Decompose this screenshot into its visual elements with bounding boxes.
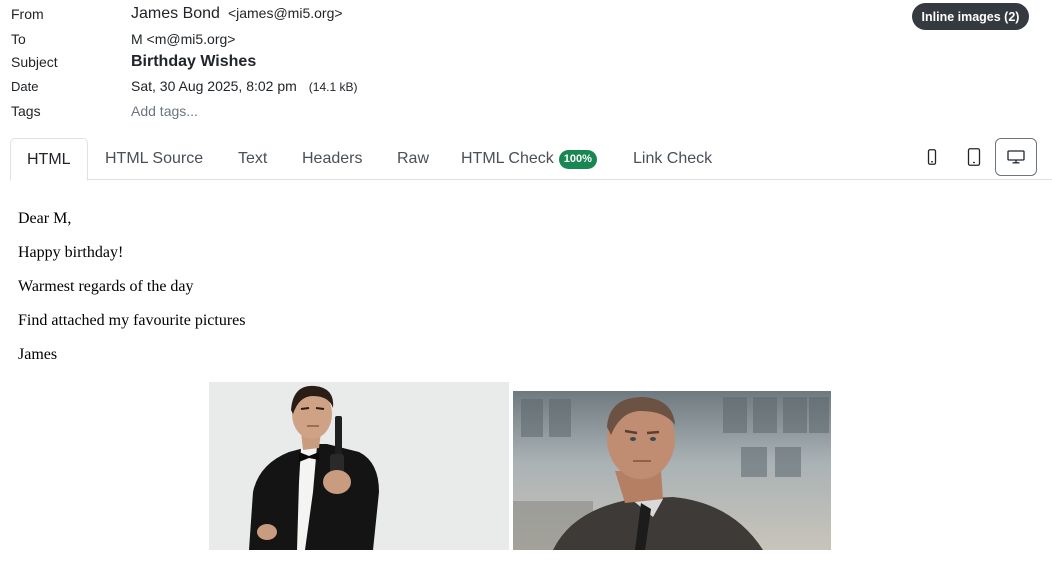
- date-label: Date: [11, 78, 39, 94]
- from-name: James Bond: [131, 5, 220, 22]
- photo-man-in-suit: [513, 391, 831, 550]
- to-value: M <m@mi5.org>: [131, 31, 236, 47]
- to-label: To: [11, 31, 26, 47]
- desktop-view-button[interactable]: [995, 138, 1037, 176]
- tab-label: HTML Check: [461, 150, 554, 167]
- html-check-score-badge: 100%: [558, 149, 597, 169]
- tab-label: Headers: [302, 150, 363, 167]
- message-line: James: [18, 346, 58, 363]
- tab-html[interactable]: HTML: [10, 138, 88, 181]
- inline-photo-1[interactable]: [209, 382, 509, 550]
- message-line: Happy birthday!: [18, 244, 124, 261]
- subject-value: Birthday Wishes: [131, 53, 257, 70]
- from-label: From: [11, 6, 44, 22]
- photo-man-in-tuxedo: [209, 382, 509, 550]
- tab-headers[interactable]: Headers: [286, 138, 378, 180]
- view-tabs: HTML HTML Source Text Headers Raw HTML C…: [0, 138, 1052, 181]
- tab-link-check[interactable]: Link Check: [617, 138, 728, 180]
- date-value-wrap: Sat, 30 Aug 2025, 8:02 pm (14.1 kB): [131, 78, 357, 94]
- tab-html-check[interactable]: HTML Check 100%: [445, 138, 613, 180]
- tab-html-source[interactable]: HTML Source: [89, 138, 219, 180]
- message-size: (14.1 kB): [308, 80, 358, 94]
- tab-label: Link Check: [633, 150, 713, 167]
- tab-label: HTML: [27, 150, 71, 168]
- tags-input[interactable]: Add tags...: [131, 103, 198, 119]
- inline-images-button[interactable]: Inline images (2): [912, 3, 1029, 30]
- message-line: Warmest regards of the day: [18, 278, 194, 295]
- from-value: James Bond <james@mi5.org>: [131, 5, 343, 23]
- desktop-icon: [1007, 150, 1025, 164]
- message-line: Dear M,: [18, 210, 72, 227]
- tab-label: Raw: [397, 150, 430, 167]
- mobile-icon: [927, 149, 937, 165]
- tab-label: Text: [238, 150, 268, 167]
- tab-text[interactable]: Text: [222, 138, 283, 180]
- message-line: Find attached my favourite pictures: [18, 312, 246, 329]
- date-value: Sat, 30 Aug 2025, 8:02 pm: [131, 78, 297, 94]
- from-email: <james@mi5.org>: [227, 5, 343, 21]
- subject-label: Subject: [11, 54, 58, 70]
- tab-raw[interactable]: Raw: [381, 138, 445, 180]
- tab-label: HTML Source: [105, 150, 204, 167]
- inline-photo-2[interactable]: [513, 391, 831, 550]
- tablet-view-button[interactable]: [953, 138, 995, 176]
- mobile-view-button[interactable]: [911, 138, 953, 176]
- message-headers: From James Bond <james@mi5.org> To M <m@…: [0, 0, 1052, 130]
- tags-label: Tags: [11, 103, 41, 119]
- tablet-icon: [967, 148, 981, 166]
